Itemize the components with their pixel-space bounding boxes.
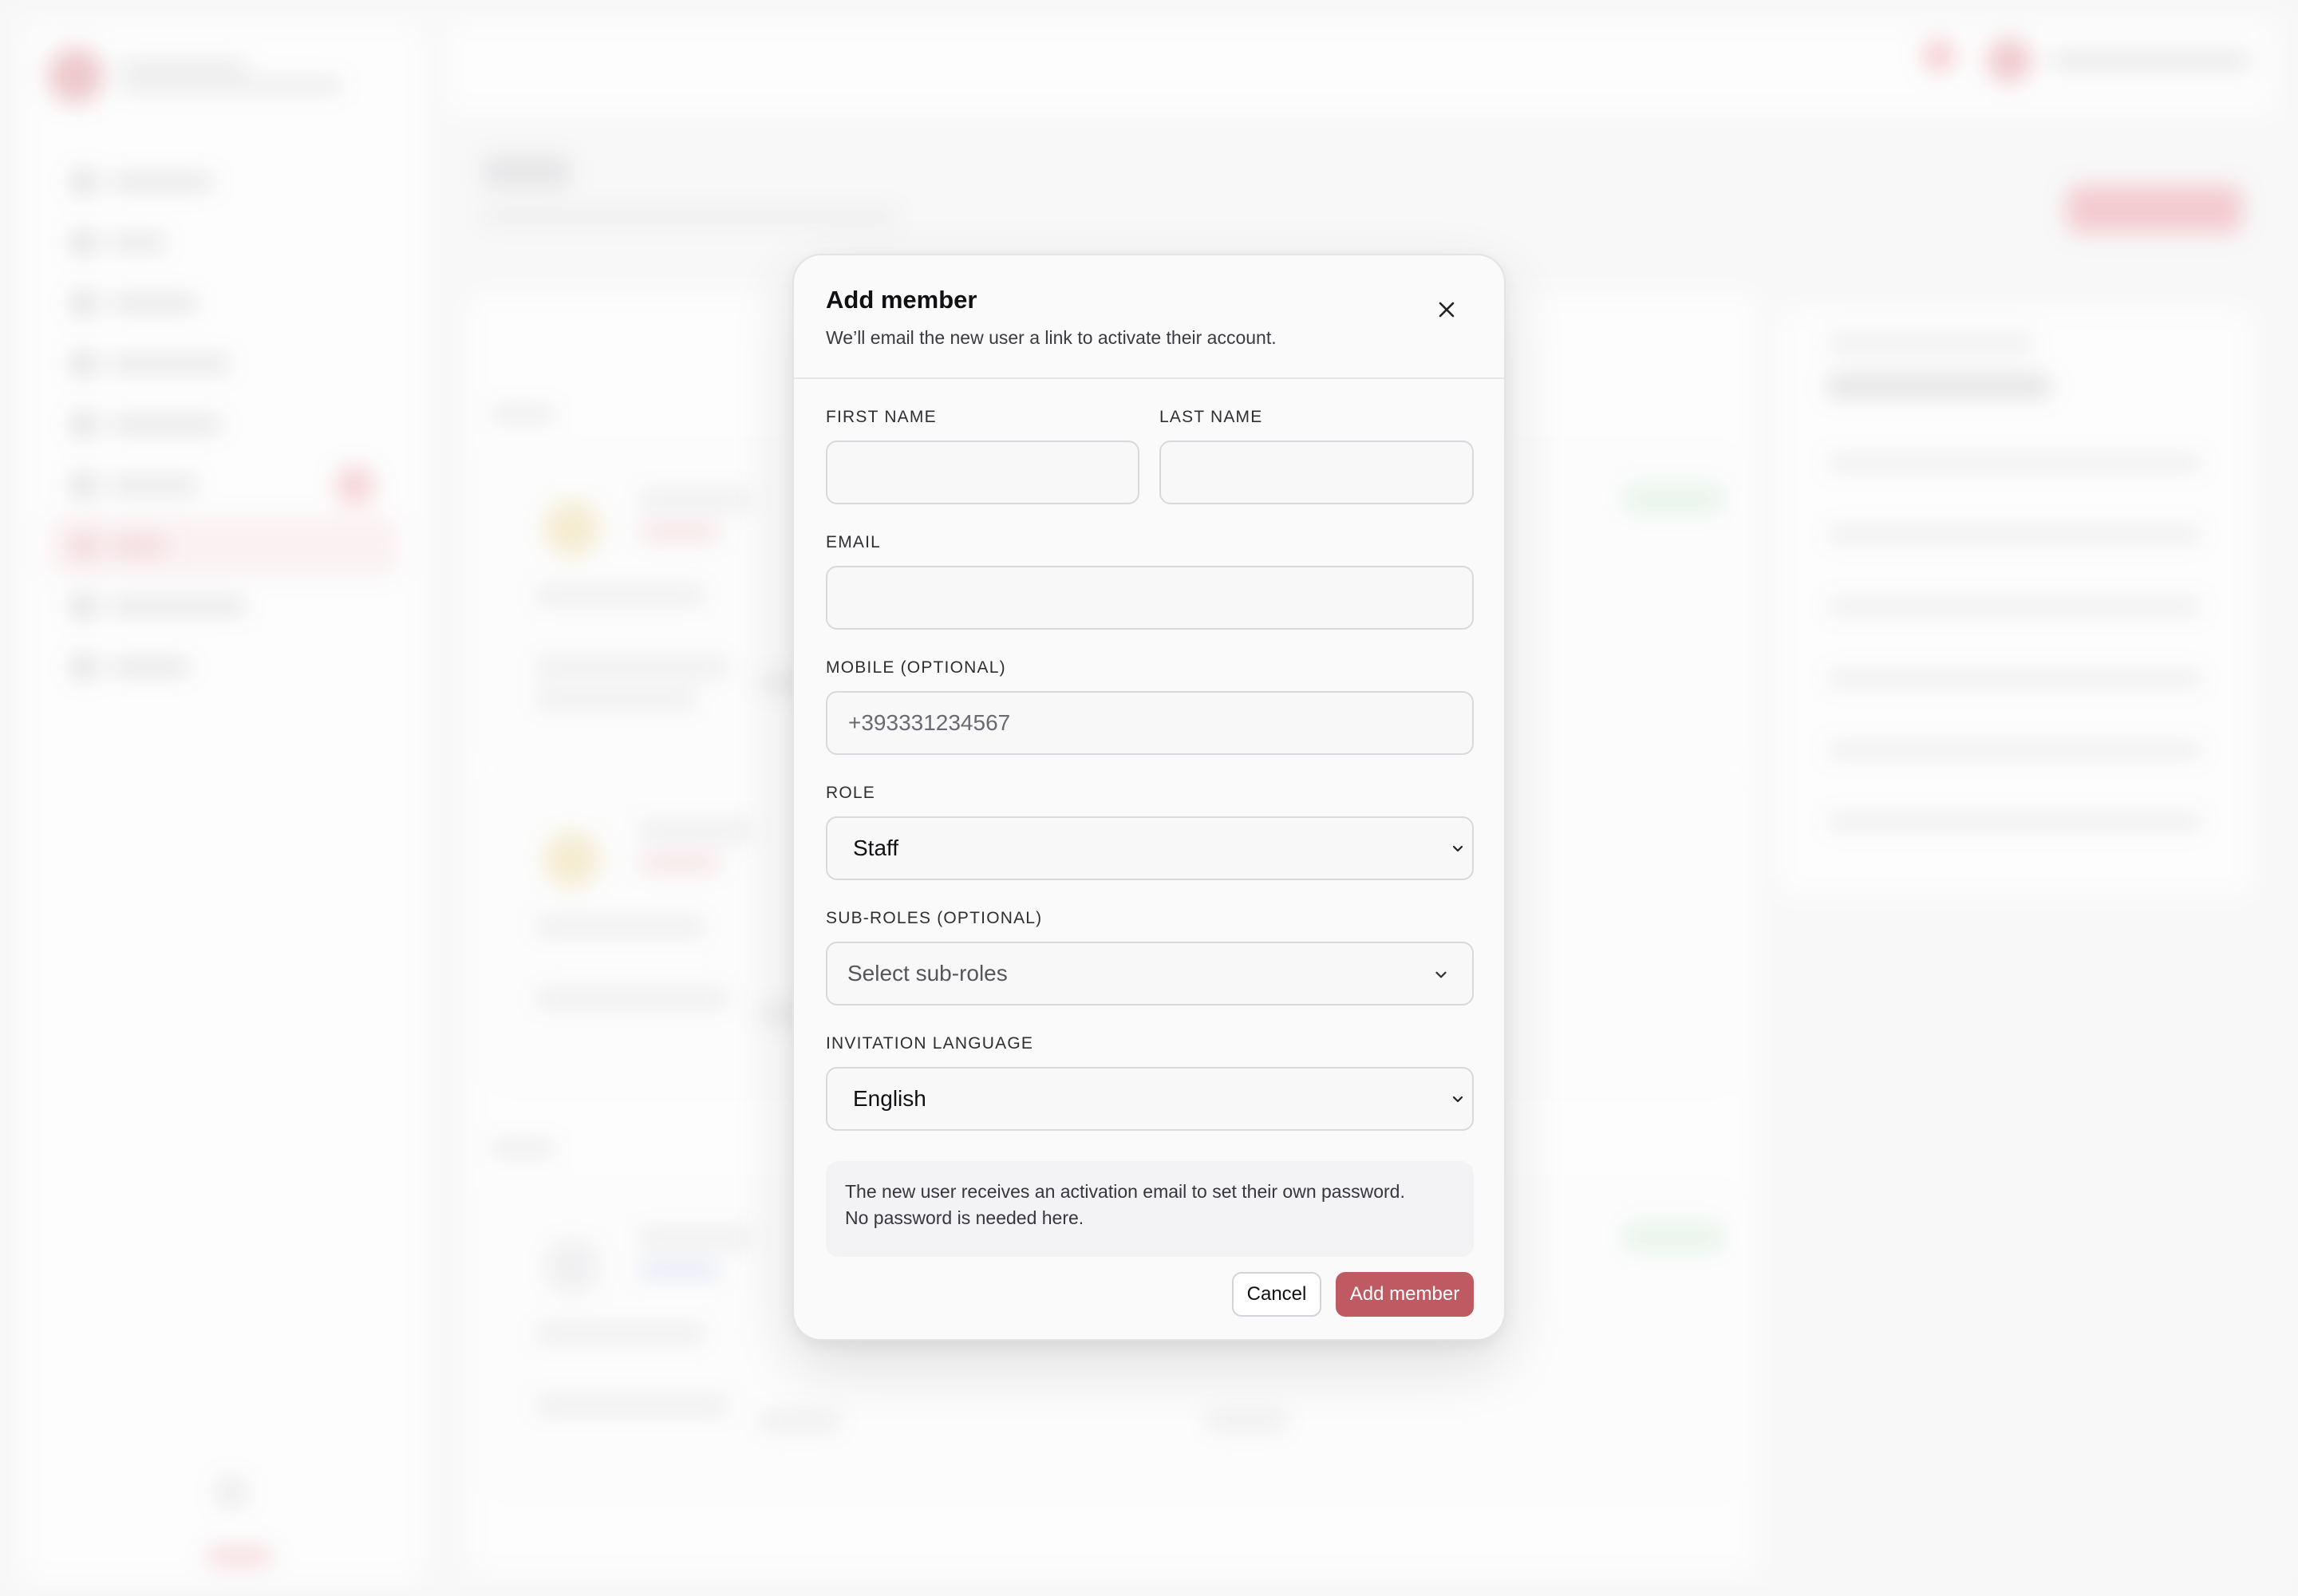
chevron-down-icon bbox=[1435, 971, 1447, 978]
dialog-title: Add member bbox=[826, 286, 977, 314]
last-name-input[interactable] bbox=[1159, 440, 1474, 504]
first-name-input[interactable] bbox=[826, 440, 1139, 504]
close-button[interactable] bbox=[1431, 294, 1463, 326]
mobile-label: MOBILE (OPTIONAL) bbox=[826, 658, 1006, 677]
first-name-label: FIRST NAME bbox=[826, 408, 937, 426]
info-text-line-1: The new user receives an activation emai… bbox=[845, 1181, 1405, 1202]
dialog-header: Add member We’ll email the new user a li… bbox=[794, 255, 1504, 379]
dialog-subtitle: We’ll email the new user a link to activ… bbox=[826, 327, 1277, 348]
sub-roles-placeholder: Select sub-roles bbox=[847, 961, 1008, 986]
mobile-input[interactable] bbox=[826, 691, 1474, 755]
chevron-down-icon bbox=[1452, 845, 1463, 852]
cancel-button[interactable]: Cancel bbox=[1232, 1272, 1321, 1317]
role-select[interactable]: Staff bbox=[826, 816, 1474, 880]
invitation-language-label: INVITATION LANGUAGE bbox=[826, 1034, 1034, 1053]
sub-roles-select[interactable]: Select sub-roles bbox=[826, 942, 1474, 1005]
sub-roles-label: SUB-ROLES (OPTIONAL) bbox=[826, 909, 1043, 927]
invitation-language-selected-value: English bbox=[853, 1086, 926, 1111]
last-name-label: LAST NAME bbox=[1159, 408, 1263, 426]
add-member-button[interactable]: Add member bbox=[1336, 1272, 1474, 1317]
role-label: ROLE bbox=[826, 784, 875, 802]
invitation-language-select[interactable]: English bbox=[826, 1067, 1474, 1131]
activation-info-note: The new user receives an activation emai… bbox=[826, 1161, 1474, 1257]
email-input[interactable] bbox=[826, 566, 1474, 630]
info-text-line-2: No password is needed here. bbox=[845, 1207, 1084, 1228]
role-selected-value: Staff bbox=[853, 836, 899, 860]
add-member-dialog: Add member We’ll email the new user a li… bbox=[792, 254, 1506, 1341]
close-icon bbox=[1439, 302, 1455, 318]
email-label: EMAIL bbox=[826, 533, 882, 551]
chevron-down-icon bbox=[1452, 1096, 1463, 1103]
